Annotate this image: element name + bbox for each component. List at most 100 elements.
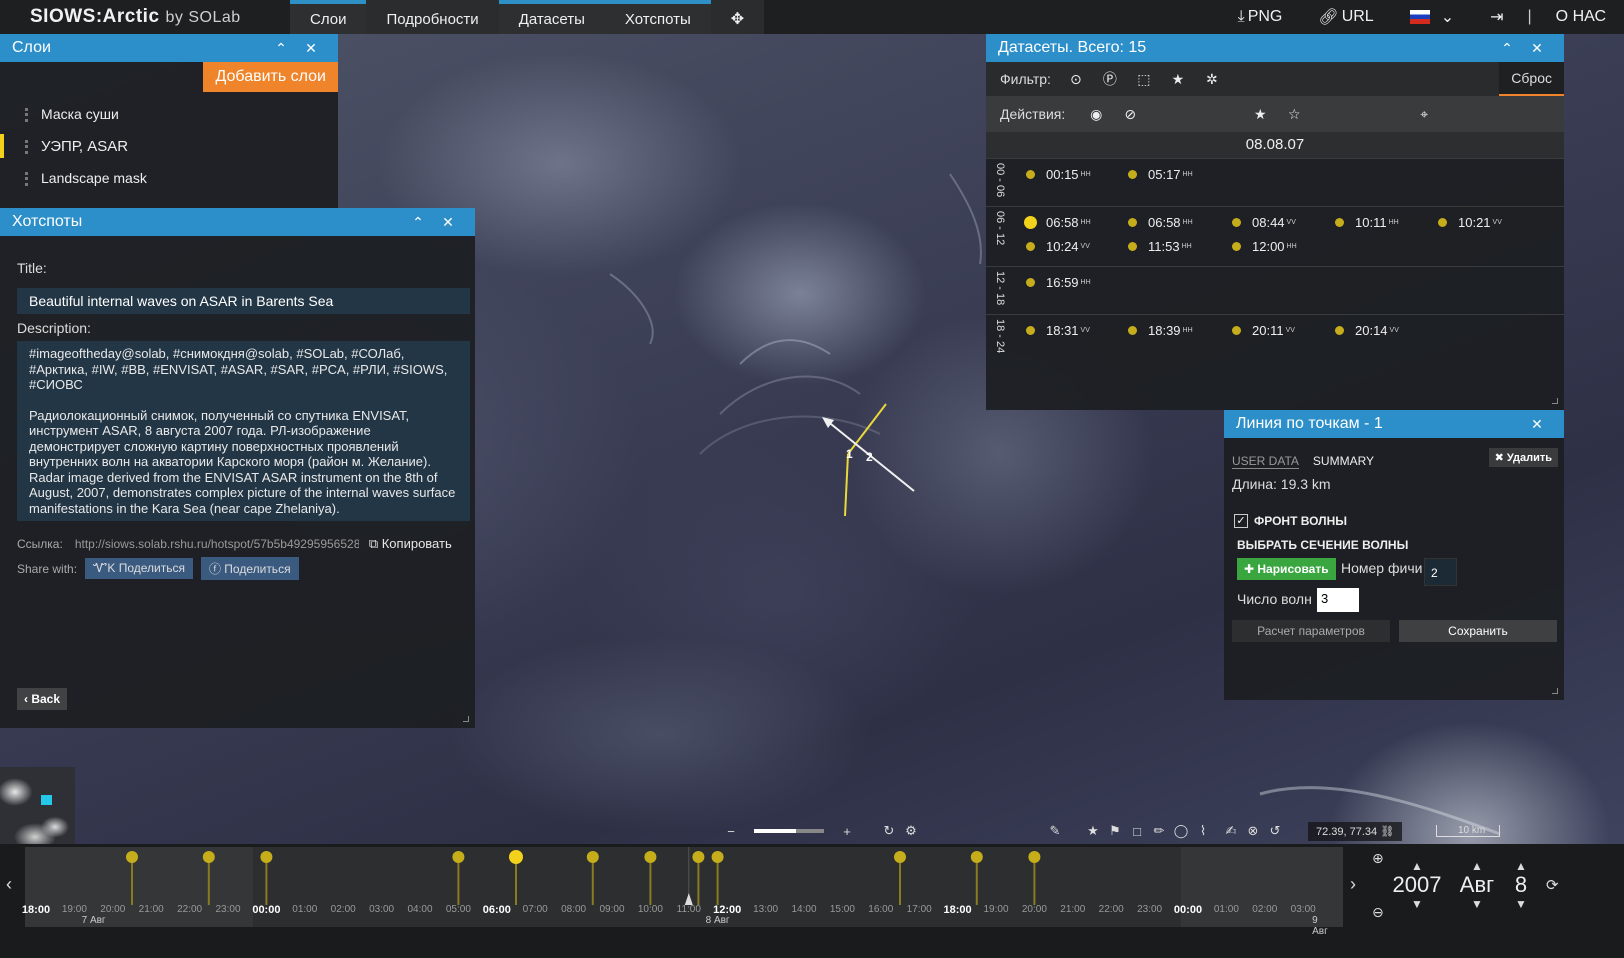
tab-details[interactable]: Подробности [366,0,498,34]
resize-handle[interactable] [463,716,469,722]
calculate-parameters-button[interactable]: Расчет параметров [1232,620,1390,642]
language-select[interactable]: ⌄ [1392,7,1472,27]
about-button[interactable]: О НАС [1538,8,1624,26]
zoom-in-icon[interactable]: ⊕ [1372,850,1384,867]
minimap-viewport[interactable] [41,795,52,805]
clock-filter-icon[interactable]: ⊙ [1067,71,1085,88]
dataset-item[interactable]: 20:14 VV [1335,323,1399,338]
rectangle-icon[interactable]: □ [1126,824,1148,839]
save-button[interactable]: Сохранить [1399,620,1557,642]
gear-icon[interactable]: ⚙ [900,823,922,839]
tab-hotspots[interactable]: Хотспоты [604,0,711,34]
wavefront-checkbox[interactable]: ✓ ФРОНТ ВОЛНЫ [1234,514,1347,528]
back-button[interactable]: ‹ Back [17,688,68,710]
area-filter-icon[interactable]: ⬚ [1135,71,1153,88]
month-up-icon[interactable]: ▲ [1452,860,1502,872]
share-vk-button[interactable]: ᏉK Поделиться [85,558,193,579]
dataset-item[interactable]: 10:24 VV [1026,239,1090,254]
share-facebook-button[interactable]: ⓕ Поделиться [200,557,299,580]
feature-number-input[interactable]: 2 [1424,558,1457,586]
link-value[interactable]: http://siows.solab.rshu.ru/hotspot/57b5b… [75,537,359,551]
copy-link-button[interactable]: ⧉ Копировать [369,536,452,552]
dataset-item[interactable]: 11:53 HH [1128,239,1192,254]
resize-handle[interactable] [1552,398,1558,404]
close-icon[interactable]: ✕ [296,40,326,57]
refresh-icon[interactable]: ⟳ [1546,876,1559,894]
link-icon[interactable]: ⛓ [1380,826,1394,838]
close-icon[interactable]: ✕ [433,214,463,231]
day-down-icon[interactable]: ▼ [1508,898,1534,910]
ruler-icon[interactable]: ✎ [1044,823,1066,839]
dataset-item[interactable]: 20:11 VV [1232,323,1295,338]
close-icon[interactable]: ✕ [1522,416,1552,433]
day-value[interactable]: 8 [1508,872,1534,898]
dataset-item[interactable]: 18:31 VV [1026,323,1090,338]
dataset-item[interactable]: 06:58 HH [1128,215,1193,230]
year-up-icon[interactable]: ▲ [1392,860,1442,872]
dataset-item[interactable]: 10:21 VV [1438,215,1502,230]
tab-summary[interactable]: SUMMARY [1313,454,1374,469]
flag-icon[interactable]: ⚑ [1104,823,1126,839]
dataset-item[interactable]: 18:39 HH [1128,323,1193,338]
star-filter-icon[interactable]: ★ [1169,71,1187,88]
resize-handle[interactable] [1552,688,1558,694]
compress-icon[interactable]: ✥ [711,0,764,34]
edit-icon[interactable]: ✍ [1220,823,1242,839]
checkbox-checked-icon[interactable]: ✓ [1234,514,1248,528]
show-all-icon[interactable]: ◉ [1087,106,1105,123]
dataset-item[interactable]: 05:17 HH [1128,167,1193,182]
zoom-slider[interactable] [754,829,824,833]
year-value[interactable]: 2007 [1392,872,1442,898]
logout-button[interactable]: ⇥ [1472,7,1521,27]
tab-user-data[interactable]: USER DATA [1232,454,1299,469]
delete-button[interactable]: ✖ Удалить [1488,448,1558,467]
star-all-icon[interactable]: ★ [1251,106,1269,123]
reset-button[interactable]: Сброс [1499,62,1564,96]
draw-button[interactable]: ✚ Нарисовать [1237,558,1336,580]
dataset-item[interactable]: 00:15 HH [1026,167,1091,182]
gear-filter-icon[interactable]: ✲ [1203,71,1221,88]
waves-count-input[interactable]: 3 [1317,588,1359,612]
polyline-icon[interactable]: ⌇ [1192,823,1214,839]
drag-handle-icon[interactable] [25,140,28,154]
layer-item-asar[interactable]: УЭПР, ASAR [0,130,338,162]
collapse-icon[interactable]: ⌃ [403,214,433,231]
copy-url-button[interactable]: 🔗︎ URL [1300,7,1391,27]
month-value[interactable]: Авг [1452,872,1502,898]
ellipse-icon[interactable]: ◯ [1170,823,1192,839]
drag-handle-icon[interactable] [25,108,28,122]
month-down-icon[interactable]: ▼ [1452,898,1502,910]
description-textarea[interactable]: #imageoftheday@solab, #снимокдня@solab, … [17,341,470,521]
dataset-item-selected[interactable]: 06:58 HH [1024,215,1091,230]
layer-item-landscape-mask[interactable]: Landscape mask [0,162,338,194]
zoom-in-button[interactable]: + [836,824,858,839]
collapse-icon[interactable]: ⌃ [266,40,296,57]
title-input[interactable]: Beautiful internal waves on ASAR in Bare… [17,288,470,314]
zoom-out-icon[interactable]: ⊖ [1372,904,1384,921]
day-up-icon[interactable]: ▲ [1508,860,1534,872]
unstar-all-icon[interactable]: ☆ [1285,106,1303,123]
chevron-left-icon[interactable]: ‹ [6,874,12,895]
zoom-out-button[interactable]: − [720,824,742,839]
dataset-item[interactable]: 08:44 VV [1232,215,1296,230]
dataset-item[interactable]: 16:59 HH [1026,275,1091,290]
dataset-item[interactable]: 12:00 HH [1232,239,1297,254]
rotate-icon[interactable]: ↻ [878,823,900,839]
close-icon[interactable]: ✕ [1522,40,1552,57]
chevron-right-icon[interactable]: › [1350,874,1356,895]
add-layers-button[interactable]: Добавить слои [203,62,338,92]
polarization-filter-icon[interactable]: Ⓟ [1101,69,1119,89]
star-marker-icon[interactable]: ★ [1082,823,1104,839]
tab-layers[interactable]: Слои [290,0,367,34]
tab-datasets[interactable]: Датасеты [498,0,605,34]
locate-icon[interactable]: ⌖ [1415,106,1433,123]
pencil-icon[interactable]: ✏ [1148,823,1170,839]
layer-item-land-mask[interactable]: Маска суши [0,98,338,130]
collapse-icon[interactable]: ⌃ [1492,40,1522,57]
clear-icon[interactable]: ⊗ [1242,823,1264,839]
dataset-item[interactable]: 10:11 HH [1335,215,1399,230]
hide-all-icon[interactable]: ⊘ [1121,106,1139,123]
overview-minimap[interactable] [0,767,75,844]
drag-handle-icon[interactable] [25,172,28,186]
year-down-icon[interactable]: ▼ [1392,898,1442,910]
